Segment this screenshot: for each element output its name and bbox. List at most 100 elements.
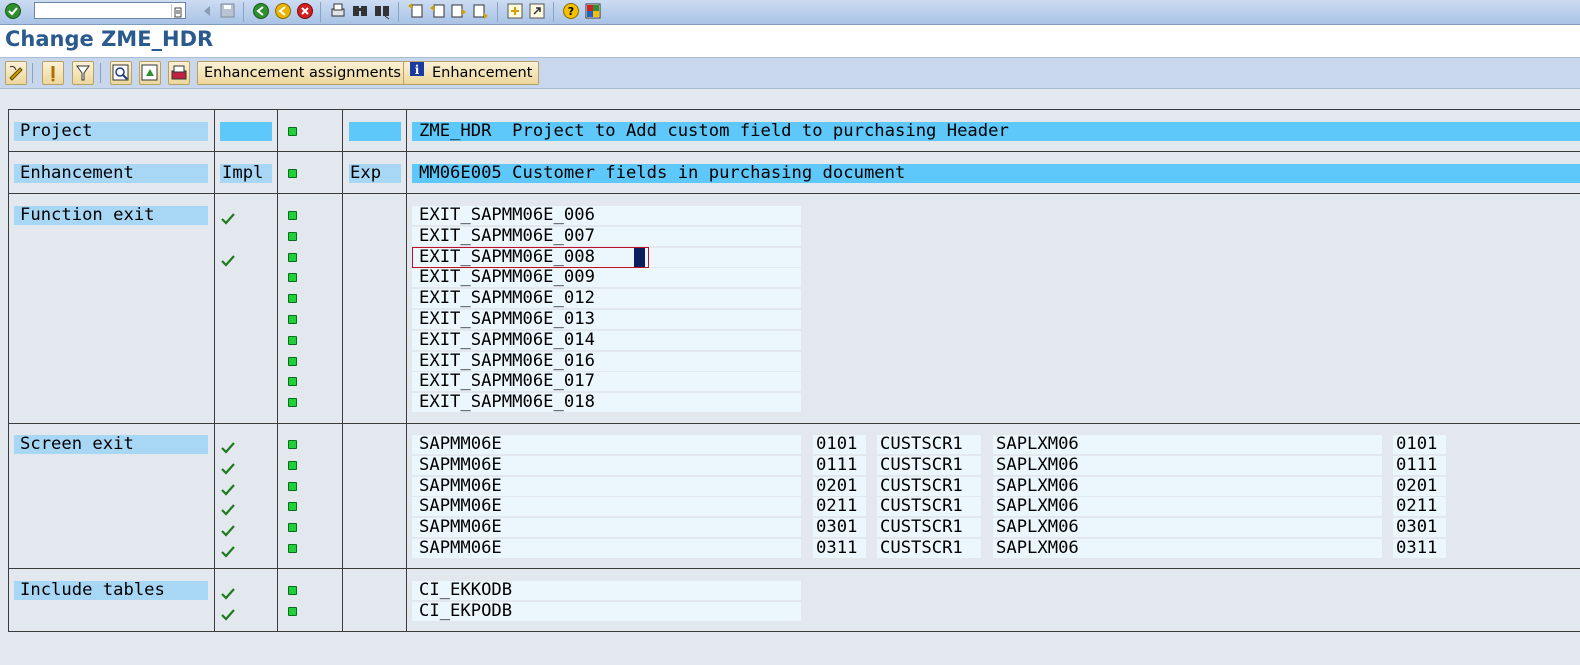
project-status-icon [288, 127, 297, 136]
activate-icon[interactable] [42, 61, 64, 85]
screen-exit-called-program: SAPLXM06 [993, 497, 1382, 517]
implemented-check-icon [221, 481, 235, 496]
enter-icon[interactable] [4, 2, 24, 22]
svg-text:?: ? [568, 5, 574, 18]
customize-layout-icon[interactable] [584, 2, 604, 22]
function-exit-item[interactable]: EXIT_SAPMM06E_018 [412, 393, 801, 413]
include-table-item[interactable]: CI_EKPODB [412, 601, 801, 621]
status-green-icon [288, 398, 297, 408]
screen-exit-screen-number: 0311 [813, 539, 866, 558]
search-icon[interactable] [110, 61, 132, 85]
status-green-icon [288, 211, 297, 220]
shortcut-icon[interactable] [528, 2, 548, 22]
function-exit-item[interactable]: EXIT_SAPMM06E_014 [412, 330, 801, 350]
screen-exit-program[interactable]: SAPMM06E [412, 497, 801, 517]
screen-exit-program[interactable]: SAPMM06E [412, 518, 801, 538]
status-green-icon [288, 523, 297, 533]
function-exit-item[interactable]: EXIT_SAPMM06E_017 [412, 372, 801, 392]
status-green-icon [288, 356, 297, 366]
function-exit-item[interactable]: EXIT_SAPMM06E_006 [412, 206, 801, 225]
back-green-icon[interactable] [252, 2, 272, 22]
impl-column-header: Impl [220, 164, 272, 183]
project-label: Project [14, 122, 208, 141]
enhancement-project-tree: Project ZME_HDR Project to Add custom fi… [0, 88, 1580, 665]
screen-exit-area: CUSTSCR1 [877, 435, 981, 454]
deactivate-icon[interactable] [72, 61, 94, 85]
status-green-icon [288, 335, 297, 345]
function-exit-label: Function exit [14, 206, 208, 225]
text-cursor [634, 247, 645, 267]
save-icon[interactable] [219, 2, 239, 22]
screen-exit-area: CUSTSCR1 [877, 476, 981, 496]
screen-exit-program[interactable]: SAPMM06E [412, 435, 801, 454]
implemented-check-icon [221, 606, 235, 621]
help-icon[interactable]: ? [562, 2, 582, 22]
include-tables-label: Include tables [14, 581, 208, 600]
screen-exit-called-screen: 0311 [1393, 539, 1446, 558]
enhancement-status-icon [288, 169, 297, 178]
screen-exit-called-program: SAPLXM06 [993, 476, 1382, 496]
function-exit-item[interactable]: EXIT_SAPMM06E_007 [412, 226, 801, 246]
enhancement-button[interactable]: i Enhancement [403, 61, 540, 85]
project-impl-cell [220, 122, 272, 141]
status-green-icon [288, 502, 297, 512]
command-field[interactable] [34, 2, 186, 19]
first-page-icon[interactable] [406, 2, 426, 22]
cancel-icon[interactable] [296, 2, 316, 22]
function-exit-item[interactable]: EXIT_SAPMM06E_016 [412, 351, 801, 371]
refresh-icon[interactable] [139, 61, 161, 85]
back-icon[interactable] [200, 2, 220, 22]
screen-exit-called-program: SAPLXM06 [993, 455, 1382, 475]
function-exit-item[interactable]: EXIT_SAPMM06E_012 [412, 289, 801, 309]
implemented-check-icon [221, 439, 235, 454]
new-session-icon[interactable] [506, 2, 526, 22]
page-title: Change ZME_HDR [5, 27, 214, 51]
enhancement-description[interactable]: MM06E005 Customer fields in purchasing d… [412, 164, 1580, 183]
find-next-icon[interactable] [373, 2, 393, 22]
last-page-icon[interactable] [472, 2, 492, 22]
next-page-icon[interactable] [450, 2, 470, 22]
status-green-icon [288, 606, 297, 616]
status-green-icon [288, 460, 297, 470]
exit-icon[interactable] [274, 2, 294, 22]
screen-exit-program[interactable]: SAPMM06E [412, 455, 801, 475]
enhancement-assignments-button[interactable]: Enhancement assignments [197, 61, 408, 85]
project-exp-cell [349, 122, 401, 141]
screen-exit-screen-number: 0301 [813, 518, 866, 538]
include-table-item[interactable]: CI_EKKODB [412, 581, 801, 600]
project-description[interactable]: ZME_HDR Project to Add custom field to p… [412, 122, 1580, 141]
status-green-icon [288, 586, 297, 595]
screen-exit-area: CUSTSCR1 [877, 518, 981, 538]
screen-exit-program[interactable]: SAPMM06E [412, 539, 801, 558]
implemented-check-icon [221, 585, 235, 600]
application-toolbar: Enhancement assignments i Enhancement [0, 57, 1580, 89]
command-history-dropdown[interactable] [171, 4, 184, 18]
print-preview-icon[interactable] [168, 61, 190, 85]
enhancement-assignments-label: Enhancement assignments [204, 65, 401, 81]
find-icon[interactable] [351, 2, 371, 22]
status-green-icon [288, 544, 297, 553]
screen-exit-screen-number: 0101 [813, 435, 866, 454]
title-bar: Change ZME_HDR [0, 25, 1580, 58]
screen-exit-area: CUSTSCR1 [877, 497, 981, 517]
screen-exit-screen-number: 0201 [813, 476, 866, 496]
status-green-icon [288, 252, 297, 262]
function-exit-item[interactable]: EXIT_SAPMM06E_009 [412, 268, 801, 288]
status-green-icon [288, 273, 297, 283]
status-green-icon [288, 481, 297, 491]
screen-exit-called-screen: 0201 [1393, 476, 1446, 496]
screen-exit-program[interactable]: SAPMM06E [412, 476, 801, 496]
info-icon: i [410, 61, 424, 83]
screen-exit-called-screen: 0301 [1393, 518, 1446, 538]
screen-exit-area: CUSTSCR1 [877, 455, 981, 475]
screen-exit-called-screen: 0111 [1393, 455, 1446, 475]
screen-exit-called-screen: 0211 [1393, 497, 1446, 517]
status-green-icon [288, 377, 297, 387]
print-icon[interactable] [329, 2, 349, 22]
function-exit-item[interactable]: EXIT_SAPMM06E_013 [412, 310, 801, 329]
status-green-icon [288, 294, 297, 304]
display-change-icon[interactable] [5, 61, 27, 85]
previous-page-icon[interactable] [428, 2, 448, 22]
screen-exit-called-program: SAPLXM06 [993, 518, 1382, 538]
implemented-check-icon [221, 522, 235, 537]
